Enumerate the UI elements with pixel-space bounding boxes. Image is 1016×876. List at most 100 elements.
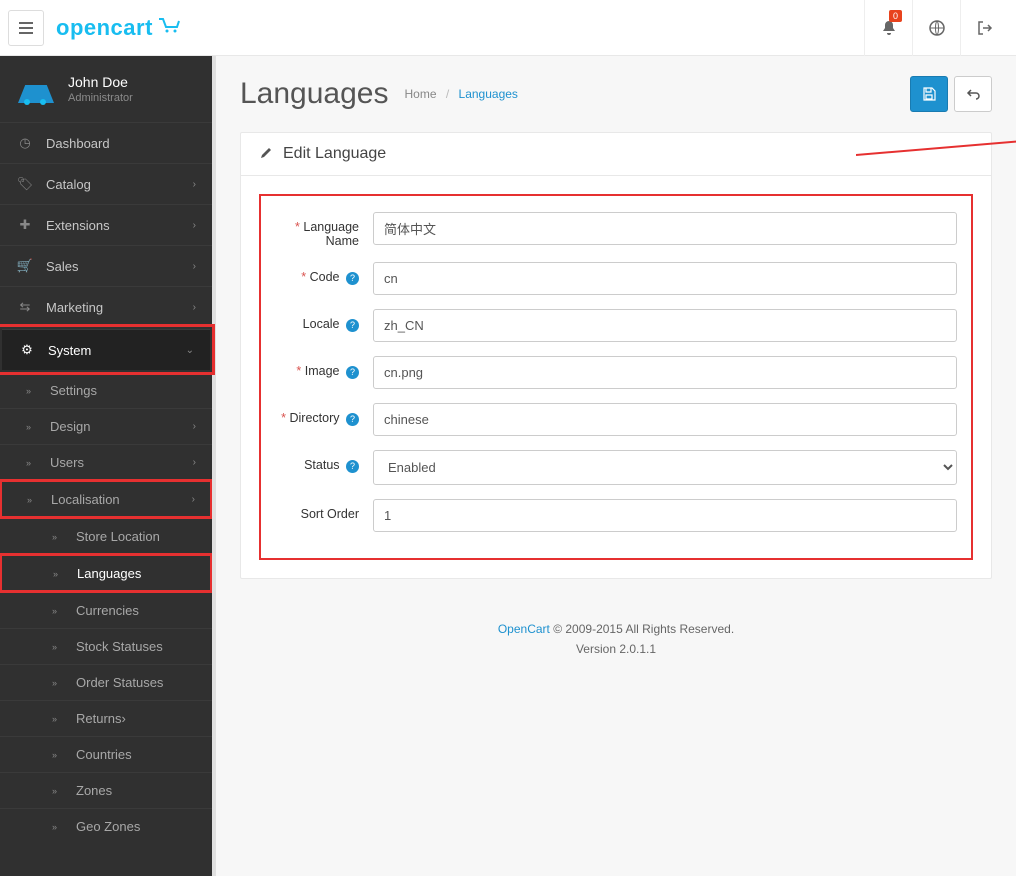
nav-label: Catalog <box>46 177 91 192</box>
chevron-right-icon: › <box>122 711 126 726</box>
subnav-order-statuses[interactable]: » Order Statuses <box>0 664 212 700</box>
subnav-design[interactable]: » Design › <box>0 408 212 444</box>
input-locale[interactable] <box>373 309 957 342</box>
footer-link[interactable]: OpenCart <box>498 622 550 636</box>
profile-block: John Doe Administrator <box>0 56 212 122</box>
logo-text: opencart <box>56 15 153 41</box>
input-image[interactable] <box>373 356 957 389</box>
chevron-right-icon: › <box>193 179 196 190</box>
double-chevron-icon: » <box>53 569 67 579</box>
breadcrumb-current[interactable]: Languages <box>459 87 518 101</box>
nav-system[interactable]: ⚙ System ⌄ <box>2 329 210 370</box>
double-chevron-icon: » <box>26 458 40 468</box>
input-directory[interactable] <box>373 403 957 436</box>
nav-extensions[interactable]: ✚ Extensions › <box>0 204 212 245</box>
logout-button[interactable] <box>960 0 1008 56</box>
double-chevron-icon: » <box>52 714 66 724</box>
notification-badge: 0 <box>889 10 902 22</box>
nav-catalog[interactable]: 🏷 Catalog › <box>0 163 212 204</box>
globe-icon <box>929 20 945 36</box>
form-highlight-box: * Language Name * Code ? Locale ? * Imag… <box>259 194 973 560</box>
bell-icon <box>881 20 897 36</box>
chevron-right-icon: › <box>193 261 196 272</box>
double-chevron-icon: » <box>27 495 41 505</box>
nav-label: Stock Statuses <box>76 639 163 654</box>
subnav-zones[interactable]: » Zones <box>0 772 212 808</box>
subnav-languages[interactable]: » Languages <box>1 555 211 591</box>
help-icon[interactable]: ? <box>346 319 359 332</box>
nav-label: Extensions <box>46 218 110 233</box>
help-icon[interactable]: ? <box>346 272 359 285</box>
top-bar: opencart 0 <box>0 0 1016 56</box>
nav-label: Order Statuses <box>76 675 163 690</box>
nav-label: Sales <box>46 259 79 274</box>
cancel-button[interactable] <box>954 76 992 112</box>
subnav-settings[interactable]: » Settings <box>0 372 212 408</box>
chevron-right-icon: › <box>193 421 196 432</box>
nav-sales[interactable]: 🛒 Sales › <box>0 245 212 286</box>
nav-label: Dashboard <box>46 136 110 151</box>
notifications-button[interactable]: 0 <box>864 0 912 56</box>
nav-label: System <box>48 343 91 358</box>
double-chevron-icon: » <box>52 822 66 832</box>
breadcrumb-separator: / <box>446 87 449 101</box>
cart-icon <box>157 17 181 38</box>
input-language-name[interactable] <box>373 212 957 245</box>
nav-label: Currencies <box>76 603 139 618</box>
label-sort-order: Sort Order <box>263 499 373 521</box>
chevron-right-icon: › <box>193 220 196 231</box>
chevron-right-icon: › <box>193 457 196 468</box>
globe-button[interactable] <box>912 0 960 56</box>
subnav-stock-statuses[interactable]: » Stock Statuses <box>0 628 212 664</box>
input-sort-order[interactable] <box>373 499 957 532</box>
label-status: Status ? <box>263 450 373 473</box>
subnav-returns[interactable]: » Returns › <box>0 700 212 736</box>
label-locale: Locale ? <box>263 309 373 332</box>
dashboard-icon: ◷ <box>16 135 34 151</box>
save-button[interactable] <box>910 76 948 112</box>
content-area: Languages Home / Languages Edit Lan <box>216 56 1016 876</box>
share-icon: ⇆ <box>16 299 34 315</box>
breadcrumb-home[interactable]: Home <box>404 87 436 101</box>
puzzle-icon: ✚ <box>16 217 34 233</box>
double-chevron-icon: » <box>52 642 66 652</box>
pencil-icon <box>259 146 273 163</box>
nav-marketing[interactable]: ⇆ Marketing › <box>0 286 212 327</box>
sidebar: John Doe Administrator ◷ Dashboard 🏷 Cat… <box>0 56 212 876</box>
nav-label: Countries <box>76 747 132 762</box>
chevron-down-icon: ⌄ <box>186 345 194 356</box>
nav-label: Languages <box>77 566 141 581</box>
input-code[interactable] <box>373 262 957 295</box>
help-icon[interactable]: ? <box>346 366 359 379</box>
footer: OpenCart © 2009-2015 All Rights Reserved… <box>240 619 992 660</box>
back-icon <box>966 87 980 101</box>
help-icon[interactable]: ? <box>346 413 359 426</box>
tag-icon: 🏷 <box>16 176 34 192</box>
nav-label: Marketing <box>46 300 103 315</box>
nav-dashboard[interactable]: ◷ Dashboard <box>0 122 212 163</box>
subnav-localisation[interactable]: » Localisation › <box>1 481 211 517</box>
menu-toggle-button[interactable] <box>8 10 44 46</box>
subnav-store-location[interactable]: » Store Location <box>0 518 212 554</box>
label-image: * Image ? <box>263 356 373 379</box>
subnav-users[interactable]: » Users › <box>0 444 212 480</box>
nav-label: Users <box>50 455 84 470</box>
subnav-geo-zones[interactable]: » Geo Zones <box>0 808 212 844</box>
help-icon[interactable]: ? <box>346 460 359 473</box>
save-icon <box>922 87 936 101</box>
panel-header: Edit Language <box>241 133 991 176</box>
subnav-currencies[interactable]: » Currencies <box>0 592 212 628</box>
profile-role: Administrator <box>68 92 133 104</box>
nav-label: Zones <box>76 783 112 798</box>
nav-label: Settings <box>50 383 97 398</box>
subnav-countries[interactable]: » Countries <box>0 736 212 772</box>
page-title: Languages <box>240 77 388 111</box>
breadcrumb: Home / Languages <box>404 87 517 101</box>
double-chevron-icon: » <box>52 678 66 688</box>
logo[interactable]: opencart <box>56 15 181 41</box>
chevron-right-icon: › <box>192 494 195 505</box>
double-chevron-icon: » <box>52 786 66 796</box>
avatar-icon <box>18 75 54 103</box>
footer-version: Version 2.0.1.1 <box>240 639 992 659</box>
select-status[interactable]: Enabled <box>373 450 957 485</box>
